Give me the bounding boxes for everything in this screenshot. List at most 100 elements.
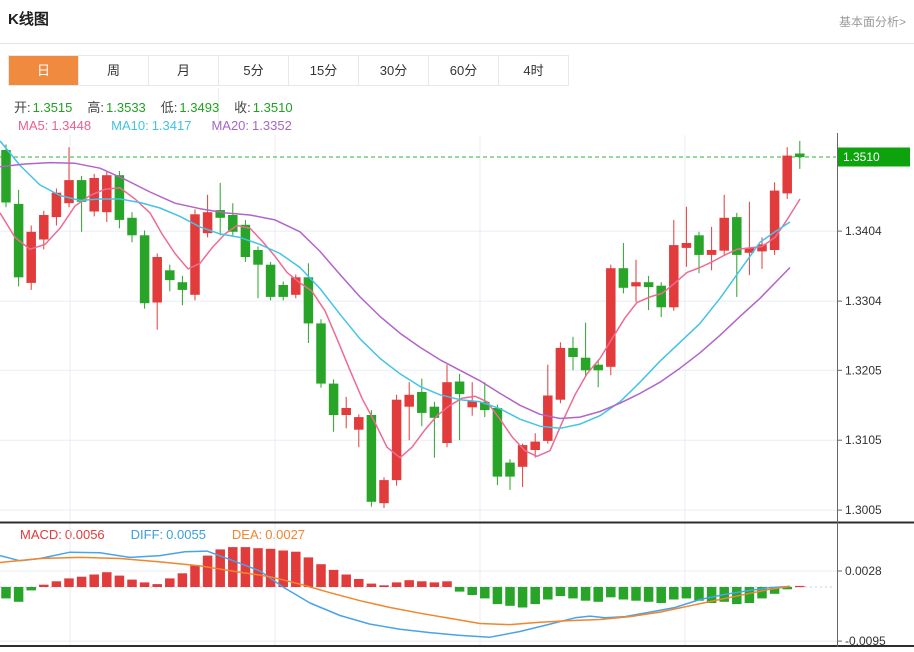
ma10-label: MA10: xyxy=(111,118,149,133)
candle-body xyxy=(757,244,767,251)
candle-body xyxy=(505,463,515,477)
tab-60min[interactable]: 60分 xyxy=(429,56,499,85)
candle-body xyxy=(455,382,465,395)
candle-body xyxy=(631,282,641,286)
candle-body xyxy=(404,395,414,407)
macd-bar xyxy=(127,580,137,587)
macd-bar xyxy=(493,587,503,604)
macd-bar xyxy=(543,587,553,600)
fundamental-analysis-link[interactable]: 基本面分析> xyxy=(839,13,906,30)
macd-bar xyxy=(417,581,427,587)
ohlc-readout: 开:1.3515 高:1.3533 低:1.3493 收:1.3510 xyxy=(14,97,293,116)
candle-body xyxy=(694,235,704,255)
candle-body xyxy=(430,407,440,418)
macd-bar xyxy=(392,582,402,587)
macd-bar xyxy=(606,587,616,597)
macd-bar xyxy=(404,580,414,587)
price-axis-label: 1.3005 xyxy=(845,503,882,517)
ma20-label: MA20: xyxy=(211,118,249,133)
ma10-value: 1.3417 xyxy=(152,118,192,133)
macd-bar xyxy=(14,587,24,602)
open-value: 1.3515 xyxy=(33,100,73,115)
candle-body xyxy=(316,323,326,383)
macd-bar xyxy=(656,587,666,603)
close-pair: 收:1.3510 xyxy=(234,97,292,116)
candle-body xyxy=(568,348,578,357)
macd-bar xyxy=(52,581,62,587)
macd-bar xyxy=(593,587,603,602)
price-axis-label: 1.3304 xyxy=(845,294,882,308)
close-label: 收: xyxy=(234,97,251,116)
candle-body xyxy=(341,408,351,415)
candle-body xyxy=(1,150,11,203)
candle-body xyxy=(417,392,427,413)
macd-bar xyxy=(140,582,150,587)
macd-bar xyxy=(480,587,490,598)
candle-body xyxy=(39,215,49,240)
macd-bar xyxy=(644,587,654,602)
candle-body xyxy=(354,417,364,430)
macd-bar xyxy=(102,572,112,587)
macd-bar xyxy=(253,548,263,587)
candle-body xyxy=(782,156,792,194)
macd-bar xyxy=(165,578,175,587)
macd-bar xyxy=(505,587,515,606)
tab-week[interactable]: 周 xyxy=(79,56,149,85)
macd-bar xyxy=(467,587,477,595)
kline-chart-canvas[interactable]: 1.34041.33041.32051.31051.30050.0028-0.0… xyxy=(0,133,914,652)
chart-bottom-border xyxy=(0,645,914,647)
candle-body xyxy=(493,408,503,477)
ma20-value: 1.3352 xyxy=(252,118,292,133)
tab-4hour[interactable]: 4时 xyxy=(499,56,568,85)
macd-bar xyxy=(430,582,440,587)
low-pair: 低:1.3493 xyxy=(161,97,219,116)
macd-bar xyxy=(530,587,540,604)
period-tabs: 日周月5分15分30分60分4时 xyxy=(8,55,569,86)
macd-bar xyxy=(228,547,238,587)
low-value: 1.3493 xyxy=(179,100,219,115)
macd-bar xyxy=(568,587,578,598)
candle-body xyxy=(127,218,137,236)
macd-bar xyxy=(682,587,692,598)
high-pair: 高:1.3533 xyxy=(87,97,145,116)
macd-bar xyxy=(1,587,11,598)
macd-bar xyxy=(329,570,339,587)
candle-body xyxy=(152,257,162,303)
macd-bar xyxy=(631,587,641,601)
tab-day[interactable]: 日 xyxy=(9,56,79,85)
low-label: 低: xyxy=(161,97,178,116)
candle-body xyxy=(656,286,666,308)
candle-body xyxy=(682,243,692,248)
ma10-pair: MA10:1.3417 xyxy=(111,118,191,133)
candle-body xyxy=(304,277,314,323)
high-label: 高: xyxy=(87,97,104,116)
macd-bar xyxy=(152,584,162,587)
high-value: 1.3533 xyxy=(106,100,146,115)
candle-body xyxy=(442,382,452,443)
candle-body xyxy=(707,250,717,255)
price-axis-label: 1.3205 xyxy=(845,363,882,377)
ma5-value: 1.3448 xyxy=(51,118,91,133)
macd-bar xyxy=(442,581,452,587)
macd-bar xyxy=(556,587,566,596)
tab-month[interactable]: 月 xyxy=(149,56,219,85)
candle-body xyxy=(165,270,175,280)
candle-body xyxy=(64,180,74,203)
panel-divider xyxy=(0,522,914,524)
ma5-label: MA5: xyxy=(18,118,48,133)
macd-bar xyxy=(178,573,188,587)
open-label: 开: xyxy=(14,97,31,116)
tab-15min[interactable]: 15分 xyxy=(289,56,359,85)
candle-body xyxy=(379,480,389,503)
macd-bar xyxy=(367,584,377,587)
candle-body xyxy=(795,154,805,158)
close-value: 1.3510 xyxy=(253,100,293,115)
candle-body xyxy=(253,250,263,265)
tab-30min[interactable]: 30分 xyxy=(359,56,429,85)
macd-bar xyxy=(26,587,36,590)
ma20-pair: MA20:1.3352 xyxy=(211,118,291,133)
tab-5min[interactable]: 5分 xyxy=(219,56,289,85)
candle-body xyxy=(770,191,780,250)
ma-readout: MA5:1.3448 MA10:1.3417 MA20:1.3352 xyxy=(18,118,292,133)
macd-bar xyxy=(455,587,465,592)
